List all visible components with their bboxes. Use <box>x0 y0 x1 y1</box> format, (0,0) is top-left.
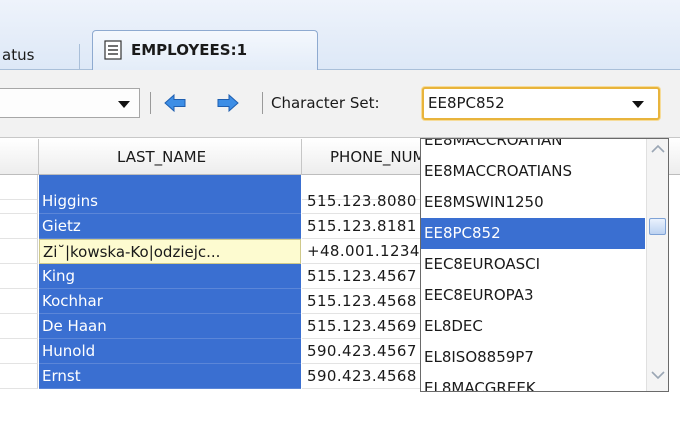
row-header-cell[interactable] <box>0 314 38 339</box>
row-header-cell[interactable] <box>0 189 38 214</box>
character-set-select[interactable]: EE8PC852 <box>422 87 660 120</box>
column-divider <box>301 139 302 175</box>
arrow-right-icon <box>217 93 239 113</box>
scroll-down-icon[interactable] <box>650 367 666 380</box>
chevron-down-icon <box>118 101 130 108</box>
last-name-cell[interactable]: Ernst <box>39 364 301 389</box>
charset-option[interactable]: EEC8EUROASCI <box>421 249 645 280</box>
row-header-cell[interactable] <box>0 214 38 239</box>
last-name-cell[interactable]: Kochhar <box>39 289 301 314</box>
row-header-cell[interactable] <box>0 339 38 364</box>
tab-employees[interactable]: EMPLOYEES:1 <box>92 30 318 71</box>
toolbar-separator <box>150 92 151 114</box>
dropdown-scrollbar[interactable] <box>646 139 668 391</box>
charset-option[interactable]: EL8ISO8859P7 <box>421 342 645 373</box>
table-document-icon <box>103 40 123 64</box>
forward-arrow-button[interactable] <box>216 91 240 115</box>
character-set-value: EE8PC852 <box>428 94 505 112</box>
chevron-down-icon <box>632 101 644 108</box>
toolbar-separator <box>262 92 263 114</box>
charset-option[interactable]: EL8DEC <box>421 311 645 342</box>
last-name-cell[interactable]: King <box>39 264 301 289</box>
column-divider <box>38 139 39 175</box>
tab-status[interactable]: atus <box>0 44 80 70</box>
toolbar: Character Set: EE8PC852 <box>0 70 680 138</box>
last-name-cell[interactable]: Hunold <box>39 339 301 364</box>
charset-option[interactable]: EE8MSWIN1250 <box>421 187 645 218</box>
row-header-cell[interactable] <box>0 364 38 389</box>
tab-employees-label: EMPLOYEES:1 <box>131 41 248 59</box>
charset-option[interactable]: EE8MACCROATIAN <box>421 139 645 156</box>
character-set-dropdown-list[interactable]: EE8MACCROATIAN EE8MACCROATIANS EE8MSWIN1… <box>420 138 669 392</box>
column-header-last-name[interactable]: LAST_NAME <box>117 148 206 166</box>
tab-bar: atus EMPLOYEES:1 <box>0 0 680 71</box>
row-header-cell[interactable] <box>0 264 38 289</box>
charset-option-selected[interactable]: EE8PC852 <box>421 218 645 249</box>
last-name-cell[interactable]: Gietz <box>39 214 301 239</box>
scroll-up-icon[interactable] <box>650 141 666 153</box>
back-arrow-button[interactable] <box>163 91 187 115</box>
row-header-cell[interactable] <box>0 289 38 314</box>
last-name-cell[interactable]: Higgins <box>39 189 301 214</box>
scrollbar-thumb[interactable] <box>649 218 666 235</box>
arrow-left-icon <box>164 93 186 113</box>
charset-option[interactable]: EL8MACGREEK <box>421 373 645 391</box>
charset-option[interactable]: EEC8EUROPA3 <box>421 280 645 311</box>
last-name-cell-editing[interactable]: Zi˘|kowska-Ko|odziejc... <box>39 239 301 264</box>
row-header-cell[interactable] <box>0 239 38 264</box>
character-set-label: Character Set: <box>271 94 380 112</box>
last-name-cell[interactable]: De Haan <box>39 314 301 339</box>
charset-option[interactable]: EE8MACCROATIANS <box>421 156 645 187</box>
tab-status-label: atus <box>2 46 35 64</box>
toolbar-combo[interactable] <box>0 88 140 118</box>
